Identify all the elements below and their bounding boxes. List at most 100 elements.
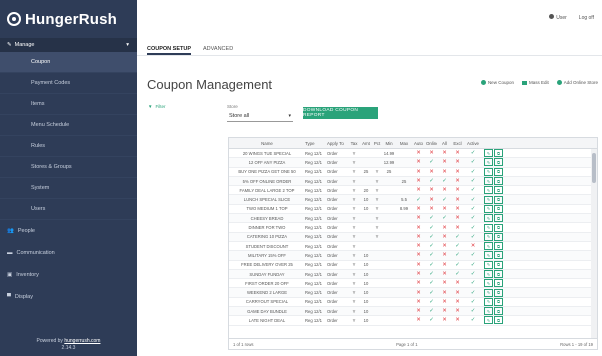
table-scrollbar[interactable]: [591, 149, 597, 338]
scrollbar-thumb[interactable]: [592, 153, 596, 183]
copy-icon[interactable]: ⧉: [494, 232, 503, 241]
copy-icon[interactable]: ⧉: [494, 288, 503, 297]
col-header[interactable]: Min: [381, 141, 395, 146]
copy-icon[interactable]: ⧉: [494, 149, 503, 158]
table-row[interactable]: CATERING 10 PIZZA Reg 12/1 Order Y Y ✕ ✓ ✕ ✓ ✓ ✎ ⧉: [229, 232, 597, 242]
edit-icon[interactable]: ✎: [484, 307, 493, 316]
col-header[interactable]: All: [437, 141, 450, 146]
copy-icon[interactable]: ⧉: [494, 204, 503, 213]
edit-icon[interactable]: ✎: [484, 167, 493, 176]
brand-logo[interactable]: HungerRush: [0, 0, 137, 38]
copy-icon[interactable]: ⧉: [494, 158, 503, 167]
col-header[interactable]: Active: [463, 141, 481, 146]
tab-advanced[interactable]: ADVANCED: [203, 44, 233, 55]
table-row[interactable]: TWO MEDIUM 1 TOP Reg 12/1 Order Y 10 Y 8.99 ✕ ✕ ✕…: [229, 204, 597, 215]
table-row[interactable]: MILITARY 15% OFF Reg 12/1 Order Y 10 ✕ ✓ ✕ ✓ ✓ ✎ ⧉: [229, 251, 597, 261]
edit-icon[interactable]: ✎: [484, 177, 493, 186]
col-header[interactable]: Excl: [450, 141, 463, 146]
sidebar-item-coupon[interactable]: Coupon: [0, 52, 137, 73]
edit-icon[interactable]: ✎: [484, 186, 493, 195]
edit-icon[interactable]: ✎: [484, 223, 493, 232]
sidebar-item-menu-schedule[interactable]: Menu Schedule: [0, 115, 137, 136]
edit-icon[interactable]: ✎: [484, 297, 493, 306]
edit-icon[interactable]: ✎: [484, 204, 493, 213]
copy-icon[interactable]: ⧉: [494, 242, 503, 251]
nav-section-manage[interactable]: ✎ Manage ▾: [0, 38, 137, 52]
edit-icon[interactable]: ✎: [484, 288, 493, 297]
user-menu[interactable]: User: [549, 14, 567, 21]
edit-icon[interactable]: ✎: [484, 260, 493, 269]
edit-icon[interactable]: ✎: [484, 214, 493, 223]
edit-icon[interactable]: ✎: [484, 242, 493, 251]
col-header[interactable]: Online: [424, 141, 437, 146]
table-row[interactable]: WEEKEND 2 LARGE Reg 12/1 Order Y 10 ✕ ✓ ✕ ✕ ✓ ✎ ⧉: [229, 288, 597, 298]
new-coupon-button[interactable]: New Coupon: [480, 80, 514, 85]
sidebar-item-communication[interactable]: ▬ Communication: [0, 242, 137, 264]
add-online-store-button[interactable]: Add Online Store: [556, 80, 598, 85]
table-row[interactable]: GAME DAY BUNDLE Reg 12/1 Order Y 10 ✕ ✓ ✕ ✕ ✓ ✎ ⧉: [229, 307, 597, 317]
download-report-button[interactable]: DOWNLOAD COUPON REPORT: [303, 107, 378, 119]
table-row[interactable]: FAMILY DEAL LARGE 2 TOP Reg 12/1 Order Y 20 Y…: [229, 186, 597, 196]
table-row[interactable]: DINNER FOR TWO Reg 12/1 Order Y Y ✕ ✓ ✕ ✕ ✓ ✎ ⧉: [229, 223, 597, 233]
table-row[interactable]: 12 OFF ANY PIZZA Reg 12/1 Order Y 12.99 ✕ ✓ ✕ ✕ ✓…: [229, 158, 597, 168]
cell-amt: 10: [363, 252, 369, 258]
sidebar-item-items[interactable]: Items: [0, 94, 137, 115]
mass-edit-button[interactable]: Mass Edit: [521, 80, 549, 85]
edit-icon[interactable]: ✎: [484, 251, 493, 260]
copy-icon[interactable]: ⧉: [494, 316, 503, 325]
pagination[interactable]: Page 1 of 1: [396, 342, 417, 347]
sidebar-item-system[interactable]: System: [0, 178, 137, 199]
copy-icon[interactable]: ⧉: [494, 251, 503, 260]
copy-icon[interactable]: ⧉: [494, 297, 503, 306]
sidebar-item-people[interactable]: 👥 People: [0, 220, 137, 242]
sidebar-item-display[interactable]: ▀ Display: [0, 286, 137, 308]
col-header[interactable]: Pct: [371, 141, 381, 146]
sidebar-item-users[interactable]: Users: [0, 199, 137, 220]
copy-icon[interactable]: ⧉: [494, 177, 503, 186]
table-row[interactable]: LUNCH SPECIAL SLICE Reg 12/1 Order Y 10 Y 5.5 ✓…: [229, 195, 597, 205]
edit-icon[interactable]: ✎: [484, 195, 493, 204]
cell-apply: Order: [327, 187, 338, 193]
sidebar-item-payment-codes[interactable]: Payment Codes: [0, 73, 137, 94]
sidebar-item-stores-groups[interactable]: Stores & Groups: [0, 157, 137, 178]
edit-icon[interactable]: ✎: [484, 316, 493, 325]
copy-icon[interactable]: ⧉: [494, 279, 503, 288]
table-row[interactable]: FREE DELIVERY OVER 25 Reg 12/1 Order Y 10 ✕ ✓ ✕…: [229, 260, 597, 270]
copy-icon[interactable]: ⧉: [494, 186, 503, 195]
table-row[interactable]: LATE NIGHT DEAL Reg 12/1 Order Y 10 ✕ ✓ ✕ ✕ ✓ ✎ ⧉: [229, 316, 597, 326]
edit-icon[interactable]: ✎: [484, 158, 493, 167]
col-header[interactable]: Tax: [347, 141, 359, 146]
edit-icon[interactable]: ✎: [484, 149, 493, 158]
col-header[interactable]: Amt: [359, 141, 371, 146]
table-row[interactable]: CARRYOUT SPECIAL Reg 12/1 Order Y 10 ✕ ✓ ✕ ✕ ✓ ✎ ⧉: [229, 297, 597, 308]
table-row[interactable]: SUNDAY FUNDAY Reg 12/1 Order Y 10 ✕ ✓ ✕ ✓ ✓ ✎ ⧉: [229, 269, 597, 280]
sidebar-item-inventory[interactable]: ▣ Inventory: [0, 264, 137, 286]
copy-icon[interactable]: ⧉: [494, 195, 503, 204]
table-row[interactable]: BUY ONE PIZZA GET ONE 50 Reg 12/1 Order Y 25…: [229, 167, 597, 177]
copy-icon[interactable]: ⧉: [494, 214, 503, 223]
table-row[interactable]: 20 WINGS TUE SPECIAL Reg 12/1 Order Y 14.99 ✕…: [229, 149, 597, 159]
table-row[interactable]: FIRST ORDER 20 OFF Reg 12/1 Order Y 10 ✕ ✓ ✕ ✕ ✓ ✎…: [229, 279, 597, 289]
col-header[interactable]: Name: [229, 141, 303, 146]
copy-icon[interactable]: ⧉: [494, 167, 503, 176]
edit-icon[interactable]: ✎: [484, 232, 493, 241]
table-row[interactable]: 5% OFF ONLINE ORDER Reg 12/1 Order Y Y 25 ✕ ✓ ✓ ✕…: [229, 176, 597, 187]
logout-link[interactable]: Log off: [579, 15, 594, 21]
table-row[interactable]: CHEESY BREAD Reg 12/1 Order Y Y ✕ ✓ ✓ ✕ ✓ ✎ ⧉: [229, 214, 597, 224]
tab-coupon-setup[interactable]: COUPON SETUP: [147, 44, 192, 55]
store-select[interactable]: Store all ▾: [227, 110, 293, 122]
col-header[interactable]: Max: [395, 141, 411, 146]
copy-icon[interactable]: ⧉: [494, 260, 503, 269]
copy-icon[interactable]: ⧉: [494, 223, 503, 232]
filter-toggle[interactable]: ▼ Filter: [148, 104, 165, 109]
sidebar-item-rules[interactable]: Rules: [0, 136, 137, 157]
footer-link[interactable]: hungerrush.com: [64, 338, 100, 344]
edit-icon[interactable]: ✎: [484, 279, 493, 288]
copy-icon[interactable]: ⧉: [494, 270, 503, 278]
copy-icon[interactable]: ⧉: [494, 307, 503, 316]
table-row[interactable]: STUDENT DISCOUNT Reg 12/1 Order Y ✕ ✓ ✕ ✓ ✕ ✎ ⧉: [229, 242, 597, 252]
col-header[interactable]: Type: [303, 141, 325, 146]
col-header[interactable]: Apply To: [325, 141, 347, 146]
edit-icon[interactable]: ✎: [484, 270, 493, 278]
col-header[interactable]: Auto: [411, 141, 424, 146]
